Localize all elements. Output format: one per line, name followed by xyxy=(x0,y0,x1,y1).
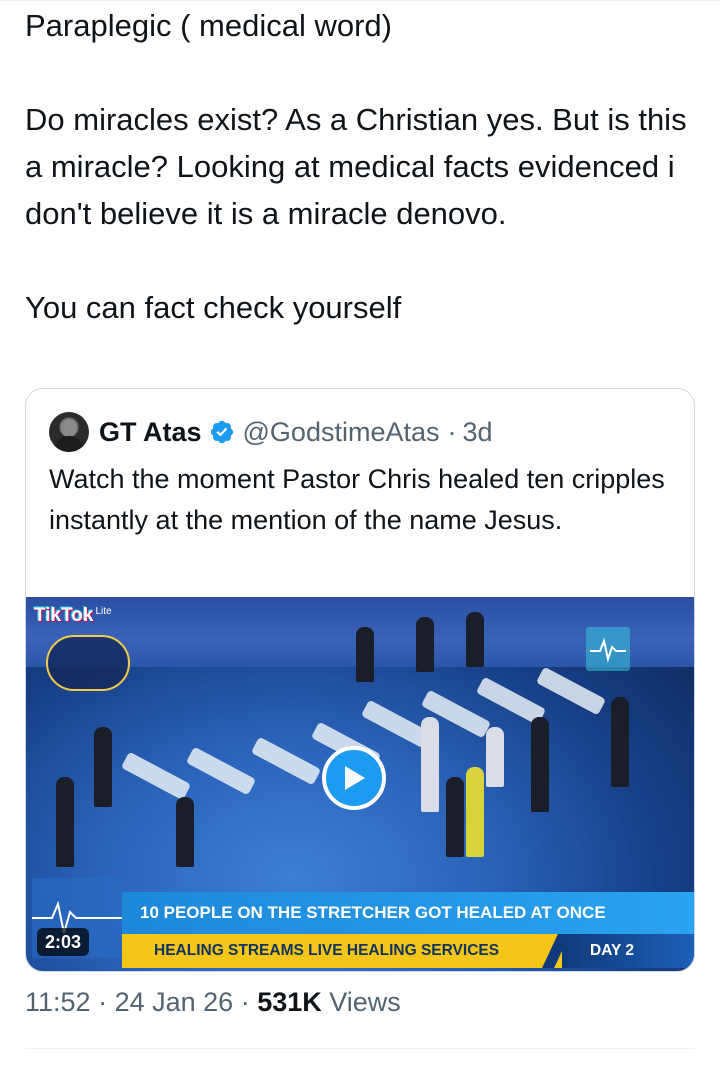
quoted-tweet-card[interactable]: GT Atas @GodstimeAtas · 3d Watch the mom… xyxy=(25,388,695,972)
meta-dot-2: · xyxy=(240,987,258,1017)
quoted-author-name[interactable]: GT Atas xyxy=(99,417,202,448)
video-headline: 10 PEOPLE ON THE STRETCHER GOT HEALED AT… xyxy=(122,892,694,934)
verified-badge-icon xyxy=(210,420,233,444)
video-lower-third: 10 PEOPLE ON THE STRETCHER GOT HEALED AT… xyxy=(26,875,694,971)
video-duration-badge: 2:03 xyxy=(37,928,90,956)
views-count: 531K xyxy=(257,987,322,1017)
top-divider xyxy=(0,0,720,1)
tweet-date[interactable]: 24 Jan 26 xyxy=(115,987,234,1017)
tweet-line-1: Paraplegic ( medical word) xyxy=(25,8,392,43)
tweet-time[interactable]: 11:52 xyxy=(25,987,91,1017)
bottom-divider xyxy=(25,1048,695,1049)
video-day-label: DAY 2 xyxy=(562,934,694,968)
healing-streams-logo xyxy=(46,635,130,691)
tweet-text: Paraplegic ( medical word) Do miracles e… xyxy=(25,2,695,331)
tweet-line-3: Do miracles exist? As a Christian yes. B… xyxy=(25,102,687,231)
views-label: Views xyxy=(329,987,401,1017)
avatar[interactable] xyxy=(49,412,89,452)
play-button[interactable] xyxy=(322,746,386,810)
heartbeat-icon xyxy=(586,627,630,671)
meta-dot-1: · xyxy=(98,987,115,1017)
quoted-author-handle[interactable]: @GodstimeAtas xyxy=(243,417,440,448)
quoted-tweet-text: Watch the moment Pastor Chris healed ten… xyxy=(49,464,665,535)
video-player[interactable]: TikTok Lite 10 PEOPLE ON THE STRETCHER GO… xyxy=(26,597,694,971)
separator-dot: · xyxy=(447,416,457,447)
quoted-tweet-header: GT Atas @GodstimeAtas · 3d xyxy=(49,409,493,455)
tiktok-watermark: TikTok Lite xyxy=(34,605,112,626)
video-subline: HEALING STREAMS LIVE HEALING SERVICES xyxy=(122,934,562,968)
tweet-meta: 11:52 · 24 Jan 26 · 531K Views xyxy=(25,987,401,1018)
tweet-line-5: You can fact check yourself xyxy=(25,290,402,325)
quoted-tweet-age[interactable]: 3d xyxy=(463,417,493,448)
play-icon xyxy=(345,766,365,790)
